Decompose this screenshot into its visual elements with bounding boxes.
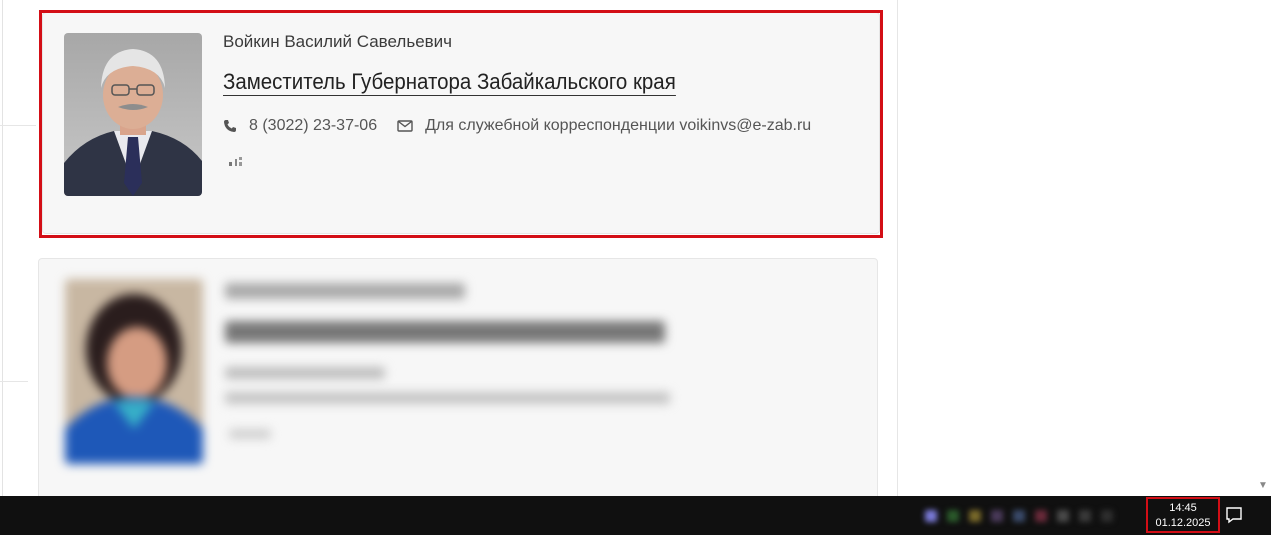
blurred-text — [229, 429, 271, 439]
page: Войкин Василий Савельевич Заместитель Гу… — [0, 0, 1271, 535]
left-border — [2, 0, 3, 496]
divider — [0, 125, 36, 126]
speech-bubble-icon[interactable] — [1224, 505, 1244, 525]
scroll-down-icon[interactable]: ▼ — [1258, 480, 1268, 491]
blurred-photo — [65, 279, 203, 464]
taskbar-clock[interactable]: 14:45 01.12.2025 — [1146, 497, 1220, 533]
divider — [0, 381, 28, 382]
small-icons — [229, 157, 242, 166]
content-border — [897, 0, 898, 496]
person-card: Войкин Василий Савельевич Заместитель Гу… — [42, 12, 880, 234]
blurred-text — [225, 367, 385, 379]
contacts-row: 8 (3022) 23-37-06 Для служебной корреспо… — [223, 117, 811, 135]
clock-time: 14:45 — [1169, 502, 1197, 514]
person-name: Войкин Василий Савельевич — [223, 32, 453, 51]
blurred-text — [225, 321, 665, 343]
phone-icon — [224, 120, 236, 132]
person-photo — [64, 33, 202, 196]
blurred-portrait-image — [65, 279, 203, 464]
phone-number: 8 (3022) 23-37-06 — [249, 117, 378, 134]
envelope-icon — [397, 120, 413, 132]
blurred-text — [225, 392, 670, 404]
portrait-image — [64, 33, 202, 196]
system-tray[interactable] — [915, 506, 1140, 526]
position-link[interactable]: Заместитель Губернатора Забайкальского к… — [223, 69, 676, 96]
person-card-blurred — [38, 258, 878, 508]
clock-date: 01.12.2025 — [1155, 517, 1211, 529]
email-text[interactable]: Для служебной корреспонденции voikinvs@e… — [425, 117, 811, 135]
taskbar — [0, 496, 1271, 535]
blurred-text — [225, 283, 465, 299]
